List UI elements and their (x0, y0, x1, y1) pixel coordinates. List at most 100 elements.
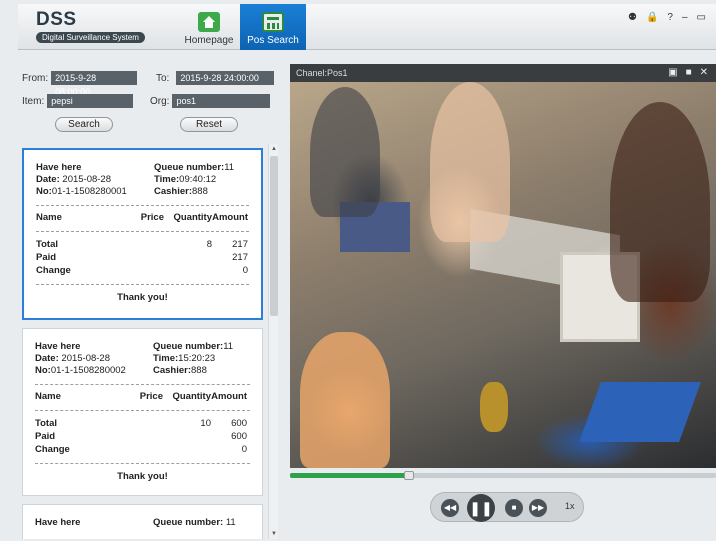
total-label: Total (36, 239, 58, 250)
receipt-header: Have here Queue number: 11 (35, 517, 250, 529)
to-label: To: (156, 72, 170, 84)
receipt-list[interactable]: Have here Queue number:11 Date: 2015-08-… (22, 144, 268, 539)
cashier-label: Cashier: (154, 186, 193, 197)
receipt-list-scrollbar[interactable]: ▲ ▼ (268, 144, 278, 539)
queue-label: Queue number: (154, 162, 225, 173)
no-label: No: (35, 365, 51, 376)
time-label: Time: (154, 174, 180, 185)
col-quantity: Quantity (173, 212, 212, 223)
channel-label: Chanel:Pos1 (296, 68, 348, 78)
total-amount: 217 (232, 239, 248, 250)
tab-homepage[interactable]: Homepage (176, 4, 242, 50)
app-logo: DSS Digital Surveillance System (36, 10, 145, 43)
date-value: 2015-08-28 (62, 174, 112, 185)
paid-label: Paid (36, 252, 57, 263)
change-amount: 0 (241, 444, 247, 455)
pos-search-panel: From: 2015-9-28 08:00:00 To: 2015-9-28 2… (18, 60, 280, 541)
scroll-up-icon[interactable]: ▲ (269, 144, 279, 154)
total-label: Total (35, 418, 57, 429)
receipt-card[interactable]: Have here Queue number:11 Date: 2015-08-… (22, 328, 263, 496)
reset-button[interactable]: Reset (180, 117, 238, 132)
snapshot-icon[interactable]: ▣ (668, 64, 677, 82)
queue-value: 11 (223, 341, 234, 352)
receipt-header: Have here Queue number:11 Date: 2015-08-… (35, 341, 250, 377)
pause-icon[interactable]: ❚❚ (467, 494, 495, 522)
date-label: Date: (36, 174, 60, 185)
person-shape (310, 87, 380, 217)
fast-forward-icon[interactable]: ▶▶ (529, 499, 547, 517)
app-header: DSS Digital Surveillance System Homepage… (18, 4, 716, 50)
home-icon (198, 12, 220, 32)
conveyor-shape (579, 382, 701, 442)
scrollbar-thumb[interactable] (270, 156, 278, 316)
divider (36, 205, 249, 206)
record-icon[interactable]: ■ (686, 64, 692, 82)
time-value: 09:40:12 (179, 174, 217, 185)
no-value: 01-1-1508280001 (51, 186, 127, 197)
item-label: Item: (22, 95, 45, 107)
org-row: Org: pos1 (150, 94, 271, 108)
change-amount: 0 (242, 265, 248, 276)
maximize-icon[interactable]: ▭ (697, 12, 706, 23)
cashier-value: 888 (191, 365, 207, 376)
paid-row: Paid 217 (36, 251, 249, 264)
have-here-label: Have here (35, 341, 81, 352)
tab-homepage-label: Homepage (184, 35, 234, 46)
person-shape (430, 82, 510, 242)
paid-amount: 217 (232, 252, 248, 263)
col-quantity: Quantity (172, 391, 211, 402)
receipt-table-header: Name Price Quantity Amount (35, 391, 250, 403)
org-label: Org: (150, 95, 170, 107)
tab-pos-search[interactable]: Pos Search (240, 4, 306, 50)
change-label: Change (35, 444, 70, 455)
col-price: Price (140, 212, 164, 223)
queue-value: 11 (225, 517, 236, 528)
org-input[interactable]: pos1 (172, 94, 271, 108)
person-shape (610, 102, 710, 302)
progress-knob[interactable] (404, 471, 415, 480)
total-row: Total 10 600 (35, 417, 250, 430)
close-icon[interactable]: ✕ (700, 64, 708, 82)
app-subtitle: Digital Surveillance System (36, 32, 145, 43)
item-row: Item: pepsi (22, 94, 134, 108)
receipt-card[interactable]: Have here Queue number: 11 (22, 504, 263, 539)
date-value: 2015-08-28 (61, 353, 111, 364)
pineapple-shape (480, 382, 508, 432)
col-name: Name (35, 391, 61, 402)
stop-icon[interactable]: ■ (505, 499, 523, 517)
help-icon[interactable]: ? (667, 12, 673, 23)
rewind-icon[interactable]: ◀◀ (441, 499, 459, 517)
lock-icon[interactable]: 🔒 (646, 12, 658, 23)
total-amount: 600 (231, 418, 247, 429)
scroll-down-icon[interactable]: ▼ (269, 529, 279, 539)
col-amount: Amount (212, 212, 248, 223)
change-label: Change (36, 265, 71, 276)
playback-progress[interactable] (290, 471, 716, 480)
to-row: To: 2015-9-28 24:00:00 (156, 71, 275, 85)
to-datetime-input[interactable]: 2015-9-28 24:00:00 (176, 71, 275, 85)
cashier-value: 888 (192, 186, 208, 197)
playback-speed[interactable]: 1x (565, 501, 575, 511)
from-datetime-input[interactable]: 2015-9-28 08:00:00 (51, 71, 138, 97)
divider (36, 231, 249, 232)
window-controls: ⚉ 🔒 ? – ▭ (628, 12, 706, 23)
tab-pos-search-label: Pos Search (247, 35, 299, 46)
item-input[interactable]: pepsi (47, 94, 134, 108)
divider (35, 410, 250, 411)
receipt-card[interactable]: Have here Queue number:11 Date: 2015-08-… (22, 148, 263, 320)
divider (35, 384, 250, 385)
queue-label: Queue number: (153, 341, 224, 352)
col-name: Name (36, 212, 62, 223)
minimize-icon[interactable]: – (682, 12, 688, 23)
playback-controls: ◀◀ ❚❚ ■ ▶▶ 1x (430, 492, 584, 522)
paid-amount: 600 (231, 431, 247, 442)
no-label: No: (36, 186, 52, 197)
receipt-header: Have here Queue number:11 Date: 2015-08-… (36, 162, 249, 198)
user-icon[interactable]: ⚉ (628, 12, 637, 23)
have-here-label: Have here (36, 162, 82, 173)
have-here-label: Have here (35, 517, 81, 528)
total-row: Total 8 217 (36, 238, 249, 251)
search-button[interactable]: Search (55, 117, 113, 132)
paid-row: Paid 600 (35, 430, 250, 443)
video-playback[interactable] (290, 82, 716, 468)
